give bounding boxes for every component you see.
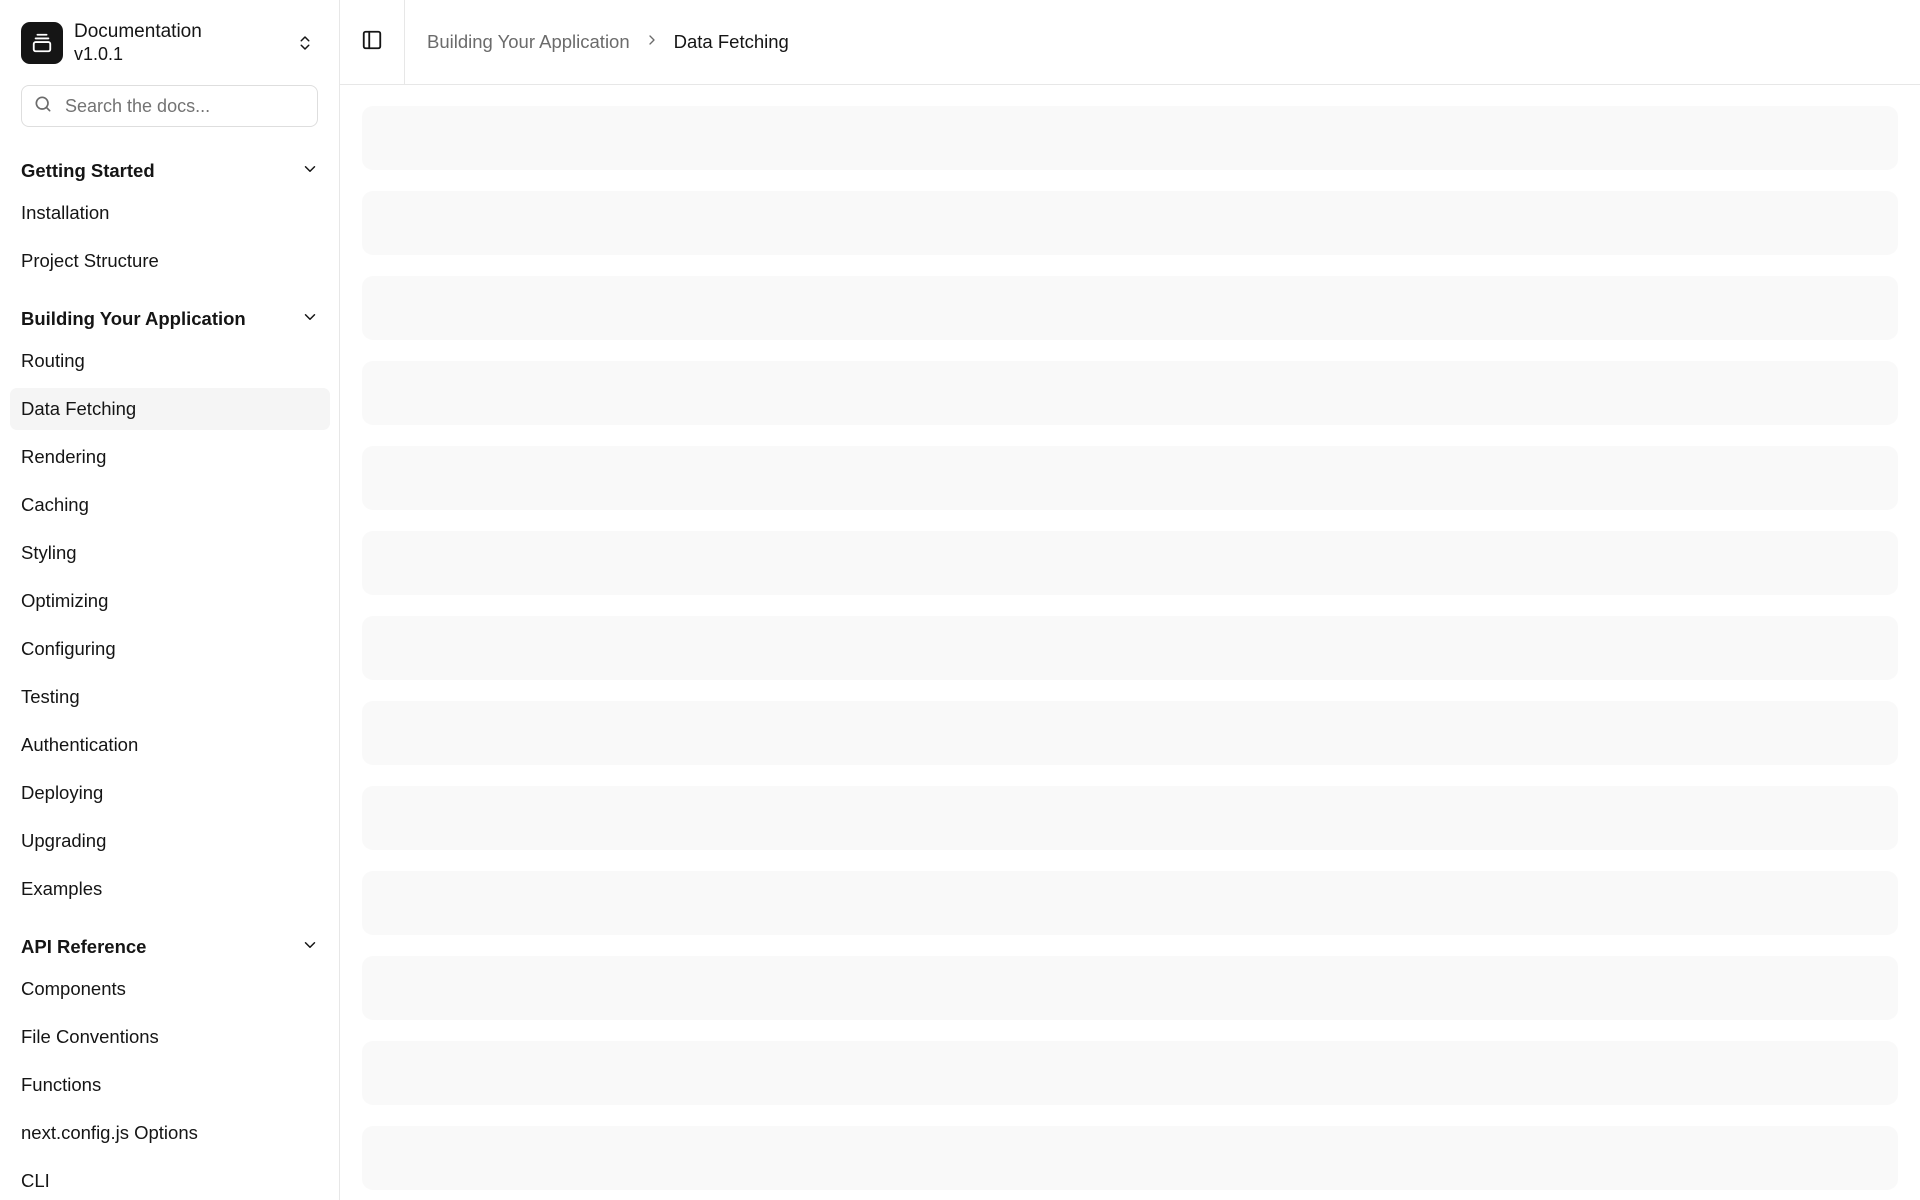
brand-version: v1.0.1 bbox=[74, 44, 124, 64]
breadcrumb-current: Data Fetching bbox=[673, 31, 789, 52]
chevron-down-icon[interactable] bbox=[301, 160, 319, 183]
nav-section-header[interactable]: Getting Started bbox=[0, 150, 339, 192]
sidebar-item[interactable]: Functions bbox=[10, 1064, 330, 1106]
chevron-down-icon[interactable] bbox=[301, 936, 319, 959]
brand-text: Documentation v1.0.1 bbox=[74, 21, 202, 65]
brand-title: Documentation bbox=[74, 21, 202, 42]
breadcrumb-parent[interactable]: Building Your Application bbox=[427, 31, 630, 53]
sidebar-item[interactable]: Styling bbox=[10, 532, 330, 574]
loading-skeleton-list bbox=[362, 106, 1898, 1200]
version-switcher[interactable]: Documentation v1.0.1 bbox=[21, 21, 321, 65]
skeleton-row bbox=[362, 361, 1898, 425]
nav-section-header[interactable]: Building Your Application bbox=[0, 298, 339, 340]
sidebar-item[interactable]: Installation bbox=[10, 192, 330, 234]
skeleton-row bbox=[362, 1041, 1898, 1105]
sidebar-item[interactable]: Components bbox=[10, 968, 330, 1010]
skeleton-row bbox=[362, 106, 1898, 170]
nav-section: API Reference Components File Conventions F… bbox=[0, 926, 339, 1200]
top-bar: Building Your Application Data Fetching bbox=[340, 0, 1920, 85]
sidebar-item[interactable]: File Conventions bbox=[10, 1016, 330, 1058]
sidebar-item[interactable]: Routing bbox=[10, 340, 330, 382]
sidebar-item[interactable]: Testing bbox=[10, 676, 330, 718]
chevron-right-icon bbox=[644, 31, 660, 53]
skeleton-row bbox=[362, 191, 1898, 255]
sidebar-item[interactable]: next.config.js Options bbox=[10, 1112, 330, 1154]
main-content: Building Your Application Data Fetching bbox=[340, 0, 1920, 1200]
sidebar-item[interactable]: Caching bbox=[10, 484, 330, 526]
sidebar-item[interactable]: Configuring bbox=[10, 628, 330, 670]
breadcrumb: Building Your Application Data Fetching bbox=[427, 31, 789, 53]
skeleton-row bbox=[362, 701, 1898, 765]
gallery-icon bbox=[21, 22, 63, 64]
sidebar-item[interactable]: Optimizing bbox=[10, 580, 330, 622]
skeleton-row bbox=[362, 446, 1898, 510]
sidebar: Documentation v1.0.1 Getting Started Inst… bbox=[0, 0, 340, 1200]
app-shell: Documentation v1.0.1 Getting Started Inst… bbox=[0, 0, 1920, 1200]
sidebar-item[interactable]: Authentication bbox=[10, 724, 330, 766]
sidebar-toggle-button[interactable] bbox=[340, 0, 405, 84]
nav-section-title: Building Your Application bbox=[21, 308, 246, 329]
sidebar-nav: Getting Started Installation Project Struc… bbox=[0, 150, 339, 1200]
skeleton-row bbox=[362, 531, 1898, 595]
sidebar-item[interactable]: Project Structure bbox=[10, 240, 330, 282]
nav-section-title: Getting Started bbox=[21, 160, 155, 181]
skeleton-row bbox=[362, 276, 1898, 340]
skeleton-row bbox=[362, 871, 1898, 935]
nav-section: Getting Started Installation Project Struc… bbox=[0, 150, 339, 282]
sidebar-item[interactable]: Data Fetching bbox=[10, 388, 330, 430]
nav-section-header[interactable]: API Reference bbox=[0, 926, 339, 968]
sidebar-item[interactable]: Upgrading bbox=[10, 820, 330, 862]
skeleton-row bbox=[362, 956, 1898, 1020]
panel-left-icon bbox=[361, 29, 383, 56]
skeleton-row bbox=[362, 786, 1898, 850]
chevrons-up-down-icon[interactable] bbox=[293, 31, 317, 55]
sidebar-item[interactable]: CLI bbox=[10, 1160, 330, 1200]
search-icon bbox=[33, 94, 53, 119]
sidebar-item[interactable]: Examples bbox=[10, 868, 330, 910]
search-input[interactable] bbox=[63, 94, 307, 118]
chevron-down-icon[interactable] bbox=[301, 308, 319, 331]
search-box[interactable] bbox=[21, 85, 318, 127]
sidebar-item[interactable]: Rendering bbox=[10, 436, 330, 478]
sidebar-item[interactable]: Deploying bbox=[10, 772, 330, 814]
nav-section: Building Your Application Routing Data Fet… bbox=[0, 298, 339, 910]
skeleton-row bbox=[362, 1126, 1898, 1190]
nav-section-title: API Reference bbox=[21, 936, 147, 957]
skeleton-row bbox=[362, 616, 1898, 680]
